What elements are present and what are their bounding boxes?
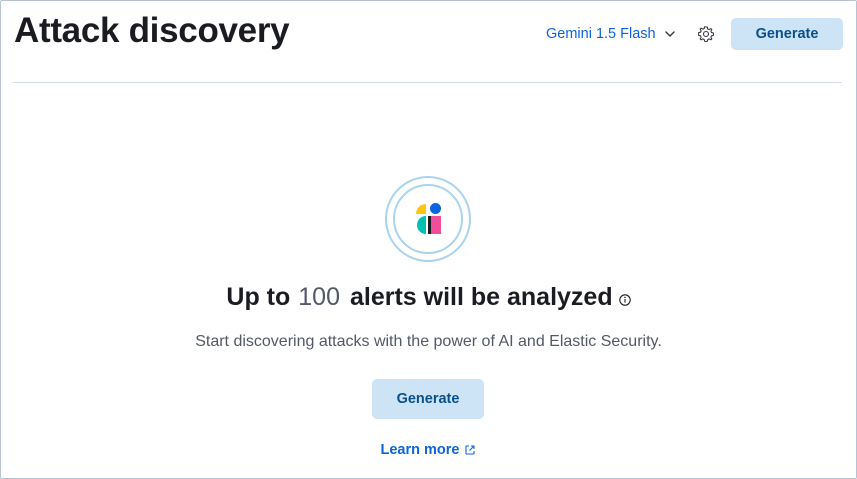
- connector-label: Gemini 1.5 Flash: [546, 26, 656, 42]
- chevron-down-icon: [664, 31, 675, 37]
- page-header: Attack discovery Gemini 1.5 Flash Genera…: [13, 1, 843, 83]
- page-title: Attack discovery: [14, 11, 290, 50]
- connector-selector[interactable]: Gemini 1.5 Flash: [546, 23, 676, 45]
- generate-main-button[interactable]: Generate: [372, 379, 484, 419]
- assistant-logo-icon: [385, 176, 471, 262]
- info-icon[interactable]: [618, 293, 631, 306]
- alerts-headline: Up to 100 alerts will be analyzed: [1, 283, 856, 312]
- generate-button[interactable]: Generate: [731, 18, 843, 50]
- learn-more-link[interactable]: Learn more: [1, 442, 856, 458]
- headline-prefix: Up to: [226, 283, 291, 311]
- headline-suffix: alerts will be analyzed: [349, 283, 613, 311]
- external-link-icon: [465, 445, 476, 455]
- gear-icon[interactable]: [697, 25, 715, 43]
- empty-state-subtitle: Start discovering attacks with the power…: [195, 333, 662, 350]
- learn-more-label: Learn more: [380, 442, 460, 458]
- alert-count[interactable]: 100: [298, 283, 340, 312]
- page-frame: Attack discovery Gemini 1.5 Flash Genera…: [0, 0, 857, 479]
